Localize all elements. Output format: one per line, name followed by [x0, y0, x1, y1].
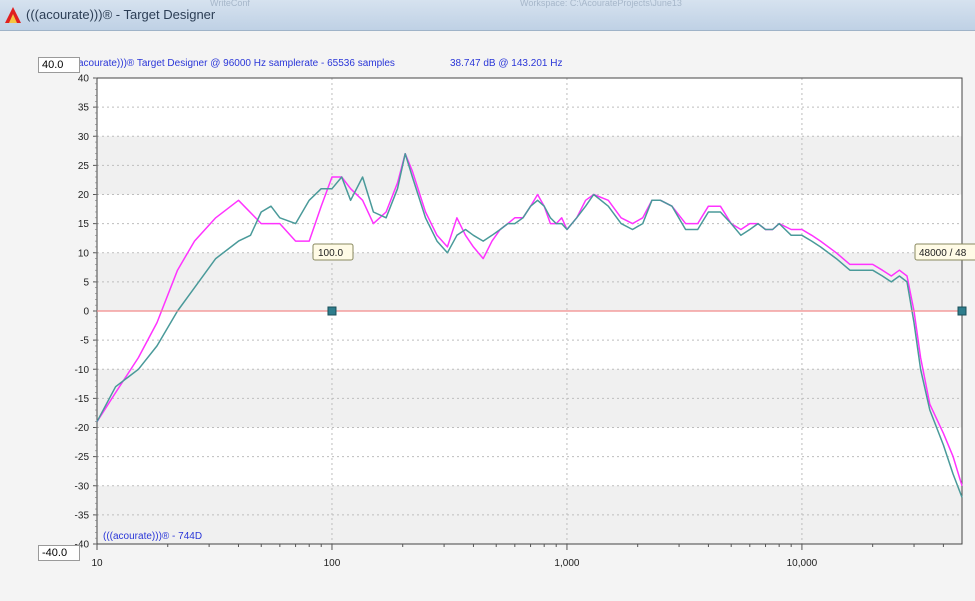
x-tick-label: 100	[324, 558, 341, 569]
y-tick-label: -10	[75, 365, 90, 376]
marker-label-left: 100.0	[318, 248, 343, 259]
marker-label-right-box: 48000 / 48	[914, 243, 975, 261]
target-marker-handle[interactable]	[327, 306, 337, 316]
x-tick-label: 10,000	[787, 558, 818, 569]
y-tick-label: -15	[75, 394, 90, 405]
plot-header-readout: 38.747 dB @ 143.201 Hz	[450, 58, 562, 69]
target-marker-handle[interactable]	[957, 306, 967, 316]
y-tick-label: 5	[83, 277, 89, 288]
y-tick-label: 15	[78, 219, 90, 230]
y-tick-label: 30	[78, 132, 90, 143]
y-tick-label: -35	[75, 510, 90, 521]
y-tick-label: -30	[75, 481, 90, 492]
y-tick-label: 20	[78, 190, 90, 201]
x-tick-label: 1,000	[554, 558, 579, 569]
y-tick-label: -5	[80, 336, 89, 347]
x-tick-label: 10	[91, 558, 103, 569]
marker-label-right: 48000 / 48	[919, 248, 967, 259]
y-tick-label: 35	[78, 103, 90, 114]
plot-header-title: (((acourate)))® Target Designer @ 96000 …	[68, 58, 395, 69]
y-tick-label: 10	[78, 248, 90, 259]
y-tick-label: -20	[75, 423, 90, 434]
y-tick-label: 40	[78, 74, 90, 85]
marker-label-left-box: 100.0	[312, 243, 354, 261]
frequency-response-chart[interactable]: 4035302520151050-5-10-15-20-25-30-35-40 …	[0, 0, 975, 600]
y-tick-label: -25	[75, 452, 90, 463]
y-max-input[interactable]	[38, 57, 80, 73]
y-tick-label: 25	[78, 161, 90, 172]
x-axis: 10 100 1,000 10,000	[91, 544, 944, 569]
y-min-input[interactable]	[38, 545, 80, 561]
plot-footer-label: (((acourate)))® - 744D	[103, 531, 202, 542]
y-tick-label: 0	[83, 307, 89, 318]
y-axis: 4035302520151050-5-10-15-20-25-30-35-40	[75, 74, 97, 551]
